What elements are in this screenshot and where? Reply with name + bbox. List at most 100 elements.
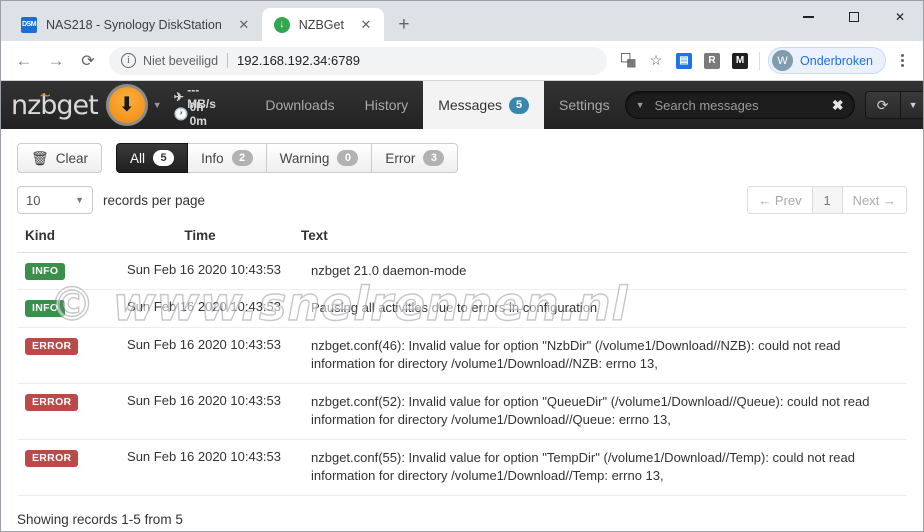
toolbar-divider xyxy=(759,51,761,70)
chevron-down-icon[interactable]: ▼ xyxy=(153,100,162,110)
message-time-cell: Sun Feb 16 2020 10:43:53 xyxy=(105,383,295,440)
messages-panel: © www.snelrennen.nl 🗑 Clear All 5 Info 2 xyxy=(1,129,923,527)
table-row[interactable]: ERROR Sun Feb 16 2020 10:43:53 nzbget.co… xyxy=(17,383,907,440)
brand-swoosh-icon: ~ xyxy=(39,85,52,104)
table-row[interactable]: INFO Sun Feb 16 2020 10:43:53 nzbget 21.… xyxy=(17,252,907,291)
profile-status-label: Onderbroken xyxy=(800,53,873,68)
back-icon[interactable]: ← xyxy=(9,46,39,76)
status-badge: INFO xyxy=(25,300,66,318)
dsm-icon: DSM xyxy=(21,16,37,33)
column-header-text[interactable]: Text xyxy=(295,228,907,253)
airplane-icon: ✈ xyxy=(173,89,184,104)
nzbget-nav-links: Downloads History Messages 5 Settings xyxy=(250,81,624,129)
maximize-button[interactable] xyxy=(831,1,877,33)
table-body: INFO Sun Feb 16 2020 10:43:53 nzbget 21.… xyxy=(17,252,907,496)
translate-icon[interactable] xyxy=(615,48,641,74)
time-value: 0h 0m xyxy=(189,99,207,128)
table-row[interactable]: ERROR Sun Feb 16 2020 10:43:53 nzbget.co… xyxy=(17,439,907,496)
pagination: ← Prev 1 Next → xyxy=(747,186,907,214)
records-per-page-value: 10 xyxy=(26,192,41,208)
info-icon[interactable]: i xyxy=(121,53,136,68)
clock-icon: 🕐 xyxy=(173,106,189,121)
search-messages-box[interactable]: ▼ ✖ xyxy=(624,91,855,119)
tab-close-icon[interactable]: ✕ xyxy=(358,17,374,33)
message-text-cell: nzbget.conf(46): Invalid value for optio… xyxy=(295,327,907,384)
browser-tab-title: NAS218 - Synology DiskStation xyxy=(46,17,222,32)
trash-icon: 🗑 xyxy=(31,149,49,166)
table-head: Kind Time Text xyxy=(17,228,907,253)
page-number-button[interactable]: 1 xyxy=(812,186,843,214)
close-window-button[interactable]: ✕ xyxy=(877,1,923,33)
clear-label: Clear xyxy=(55,150,89,166)
nav-item-downloads[interactable]: Downloads xyxy=(250,81,349,129)
nav-item-history[interactable]: History xyxy=(350,81,424,129)
extension-blue-icon[interactable]: ▤ xyxy=(671,48,697,74)
filter-count: 3 xyxy=(423,150,445,166)
nzbget-brand[interactable]: nzbget ~ ⬇ ▼ xyxy=(1,81,162,129)
clear-search-icon[interactable]: ✖ xyxy=(832,97,844,114)
filter-label: All xyxy=(130,150,146,166)
filter-count: 0 xyxy=(337,150,359,166)
prev-page-button[interactable]: ← Prev xyxy=(747,186,813,214)
messages-table: Kind Time Text INFO Sun Feb 16 2020 10:4… xyxy=(17,228,907,496)
url-text[interactable]: 192.168.192.34:6789 xyxy=(237,53,360,68)
message-time-cell: Sun Feb 16 2020 10:43:53 xyxy=(105,439,295,496)
tab-close-icon[interactable]: ✕ xyxy=(236,17,252,33)
minimize-button[interactable] xyxy=(785,1,831,33)
message-kind-cell: INFO xyxy=(17,289,105,328)
messages-toolbar: 🗑 Clear All 5 Info 2 Warning 0 Error 3 xyxy=(17,143,907,173)
chevron-down-icon[interactable]: ▼ xyxy=(636,100,645,110)
extension-r-icon[interactable]: R xyxy=(699,48,725,74)
records-summary: Showing records 1-5 from 5 xyxy=(17,511,183,527)
table-row[interactable]: ERROR Sun Feb 16 2020 10:43:53 nzbget.co… xyxy=(17,327,907,384)
refresh-button[interactable]: ⟳ xyxy=(864,91,901,119)
filter-count: 2 xyxy=(231,150,253,166)
browser-tab-dsm[interactable]: DSM NAS218 - Synology DiskStation ✕ xyxy=(9,8,262,41)
message-text-cell: nzbget.conf(55): Invalid value for optio… xyxy=(295,439,907,496)
message-kind-cell: ERROR xyxy=(17,439,105,496)
chrome-menu-icon[interactable] xyxy=(889,48,915,74)
forward-icon[interactable]: → xyxy=(41,46,71,76)
message-kind-cell: ERROR xyxy=(17,383,105,440)
nav-item-settings[interactable]: Settings xyxy=(544,81,625,129)
nav-label: Messages xyxy=(438,97,502,113)
pause-resume-button[interactable]: ⬇ xyxy=(105,84,148,126)
filter-label: Error xyxy=(385,150,416,166)
address-bar[interactable]: i Niet beveiligd 192.168.192.34:6789 xyxy=(109,46,608,75)
next-page-button[interactable]: Next → xyxy=(842,186,907,214)
nzbget-navbar: nzbget ~ ⬇ ▼ ✈ --- MB/s 🕐 0h 0m Download… xyxy=(1,81,923,129)
browser-tab-nzbget[interactable]: ↓ NZBGet ✕ xyxy=(261,8,384,41)
browser-tab-title: NZBGet xyxy=(298,17,344,32)
filter-error-button[interactable]: Error 3 xyxy=(372,143,459,173)
security-status-label: Niet beveiligd xyxy=(143,53,219,68)
clear-button[interactable]: 🗑 Clear xyxy=(17,143,103,173)
records-per-page-select[interactable]: 10 ▼ xyxy=(17,186,93,214)
filter-info-button[interactable]: Info 2 xyxy=(188,143,267,173)
message-text-cell: nzbget 21.0 daemon-mode xyxy=(295,252,907,291)
refresh-dropdown-icon[interactable]: ▼ xyxy=(900,91,923,119)
new-tab-button[interactable]: + xyxy=(390,10,418,38)
nzbget-download-icon: ↓ xyxy=(273,16,290,33)
nav-label: Downloads xyxy=(265,97,335,113)
reload-icon[interactable]: ⟳ xyxy=(73,46,103,76)
filter-warning-button[interactable]: Warning 0 xyxy=(266,143,373,173)
profile-chip[interactable]: W Onderbroken xyxy=(768,47,886,74)
extension-m-icon[interactable]: M xyxy=(727,48,753,74)
nav-item-messages[interactable]: Messages 5 xyxy=(423,81,544,129)
browser-toolbar: ← → ⟳ i Niet beveiligd 192.168.192.34:67… xyxy=(1,41,923,81)
search-input[interactable] xyxy=(652,96,826,114)
brand-label: nzbget ~ xyxy=(11,86,99,121)
bookmark-star-icon[interactable]: ☆ xyxy=(643,48,669,74)
refresh-group: ⟳ ▼ xyxy=(864,91,923,119)
column-header-kind[interactable]: Kind xyxy=(17,228,105,253)
table-header-row: Kind Time Text xyxy=(17,228,907,253)
filter-label: Info xyxy=(201,150,224,166)
table-row[interactable]: INFO Sun Feb 16 2020 10:43:53 Pausing al… xyxy=(17,289,907,328)
message-text-cell: nzbget.conf(52): Invalid value for optio… xyxy=(295,383,907,440)
filter-all-button[interactable]: All 5 xyxy=(116,143,189,173)
status-badge: INFO xyxy=(25,263,66,280)
column-header-time[interactable]: Time xyxy=(105,228,295,253)
brand-text: nzbget xyxy=(11,89,99,121)
chevron-down-icon: ▼ xyxy=(75,195,84,205)
message-text-cell: Pausing all activities due to errors in … xyxy=(295,289,907,328)
